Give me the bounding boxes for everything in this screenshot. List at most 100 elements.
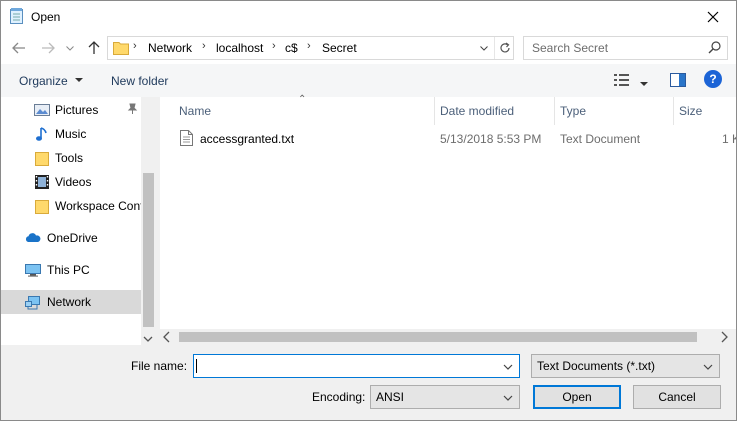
sort-ascending-icon: ⌃ [298,94,307,105]
notepad-icon [10,8,24,24]
back-arrow-icon [12,42,25,54]
search-placeholder: Search Secret [532,41,609,55]
this-pc-icon [25,262,41,278]
chevron-down-icon [640,82,648,86]
back-button[interactable] [10,38,28,58]
search-icon [708,41,721,57]
folder-icon [34,150,50,166]
search-box[interactable]: Search Secret [523,36,728,60]
chevron-left-icon [163,331,170,343]
breadcrumb-localhost[interactable]: localhost [216,41,263,55]
file-type-select[interactable]: Text Documents (*.txt) [531,354,720,378]
open-dialog: Open › Network › localhost › c$ › Secret… [0,0,737,421]
nav-label: Network [47,295,92,309]
nav-item-workspace[interactable]: Workspace Cont [1,194,141,218]
recent-locations-button[interactable] [64,38,76,58]
encoding-value: ANSI [376,390,405,404]
address-history-button[interactable] [474,37,494,59]
nav-label: OneDrive [47,231,98,245]
videos-icon [34,174,50,190]
view-options-button[interactable] [640,76,648,90]
command-bar: Organize New folder ? [1,64,736,97]
breadcrumb-separator: › [133,40,137,52]
preview-pane-icon [670,73,686,87]
title-bar: Open [1,1,736,32]
nav-item-tools[interactable]: Tools [1,146,141,170]
help-button[interactable]: ? [704,70,722,88]
column-divider[interactable] [554,97,555,125]
close-button[interactable] [690,1,736,32]
chevron-down-icon [75,78,84,82]
breadcrumb-separator: › [272,40,276,52]
folder-icon [113,40,129,58]
new-folder-button[interactable]: New folder [111,74,168,88]
column-divider[interactable] [673,97,674,125]
up-button[interactable] [85,38,103,58]
breadcrumb-secret[interactable]: Secret [322,41,357,55]
chevron-down-icon [66,45,74,51]
file-name-input[interactable] [193,354,520,378]
pictures-icon [34,102,50,118]
scroll-left-button[interactable] [163,331,171,346]
scroll-down-button[interactable] [143,331,153,345]
chevron-down-icon [480,45,488,51]
nav-label: Videos [55,175,92,189]
chevron-down-icon [503,390,513,404]
column-header-date[interactable]: Date modified [440,104,514,118]
nav-item-network[interactable]: Network [1,290,141,314]
up-arrow-icon [88,41,100,54]
nav-item-videos[interactable]: Videos [1,170,141,194]
address-bar[interactable]: › Network › localhost › c$ › Secret [107,36,514,60]
breadcrumb-share[interactable]: c$ [285,41,298,55]
nav-item-pictures[interactable]: Pictures [1,98,141,122]
window-title: Open [31,10,61,24]
nav-item-music[interactable]: Music [1,122,141,146]
chevron-down-icon [143,336,153,342]
column-header-name[interactable]: Name [179,104,211,118]
forward-arrow-icon [42,42,55,54]
nav-label: Tools [55,151,84,165]
refresh-button[interactable] [494,37,515,59]
pin-icon[interactable] [126,103,138,118]
file-row[interactable]: accessgranted.txt 5/13/2018 5:53 PM Text… [160,127,736,149]
organize-button[interactable]: Organize [19,74,84,88]
chevron-right-icon [721,331,728,343]
file-name-history-button[interactable] [503,359,513,373]
chevron-down-icon [703,359,713,373]
nav-label: Workspace Cont [55,199,141,213]
navigation-bar: › Network › localhost › c$ › Secret Sear… [1,32,736,64]
organize-label: Organize [19,74,68,88]
file-size: 1 K [722,132,736,146]
preview-pane-button[interactable] [670,73,686,90]
horizontal-scrollbar[interactable] [160,329,736,345]
nav-item-this-pc[interactable]: This PC [1,258,141,282]
column-header-type[interactable]: Type [560,104,586,118]
breadcrumb-network[interactable]: Network [148,41,192,55]
text-caret [196,359,197,373]
column-header-size[interactable]: Size [679,104,702,118]
cancel-button[interactable]: Cancel [633,385,721,409]
change-view-button[interactable] [614,73,630,90]
scroll-right-button[interactable] [720,331,728,346]
column-divider[interactable] [434,97,435,125]
file-name-label: File name: [131,359,188,373]
onedrive-icon [25,230,41,246]
scrollbar-thumb[interactable] [179,332,697,342]
nav-scrollbar[interactable] [141,97,156,345]
file-type-value: Text Documents (*.txt) [537,359,656,373]
scrollbar-thumb[interactable] [143,173,154,327]
refresh-icon [500,42,510,53]
nav-item-onedrive[interactable]: OneDrive [1,226,141,250]
file-list: ⌃ Name Date modified Type Size accessgra… [160,94,736,345]
open-button[interactable]: Open [533,385,621,409]
text-file-icon [180,130,193,149]
nav-label: Pictures [55,103,99,117]
music-icon [34,126,50,142]
chevron-down-icon [503,364,513,370]
list-view-icon [614,74,629,86]
file-name: accessgranted.txt [200,132,295,146]
forward-button[interactable] [39,38,57,58]
breadcrumb-separator: › [307,40,311,52]
close-icon [707,11,719,22]
encoding-select[interactable]: ANSI [370,385,520,409]
